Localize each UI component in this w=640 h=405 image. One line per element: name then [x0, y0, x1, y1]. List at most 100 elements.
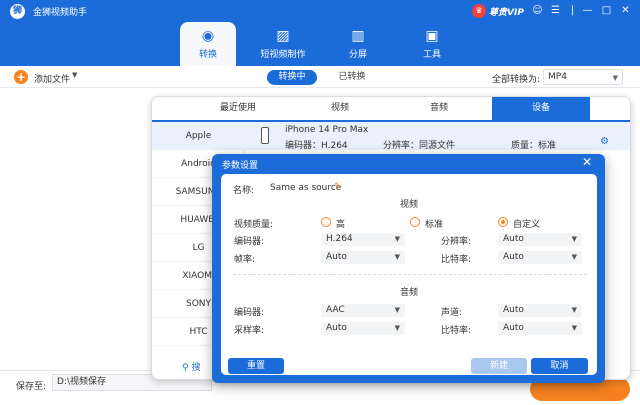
device-resolution: 分辨率：同源文件 — [383, 141, 456, 151]
dialog-title: 参数设置 — [222, 161, 259, 171]
cancel-button[interactable]: 取消 — [531, 358, 588, 374]
crown-icon: ♛ — [472, 4, 486, 18]
video-section-title: 视频 — [399, 200, 418, 210]
tab-split-screen-label: 分屏 — [348, 50, 367, 60]
add-file-button[interactable]: 添加文件 — [34, 72, 70, 85]
lion-logo-icon: 狮 — [10, 4, 25, 19]
section-divider — [233, 274, 587, 275]
chevron-down-icon: ▼ — [571, 235, 577, 243]
tab-audio[interactable]: 音频 — [386, 97, 492, 120]
close-icon[interactable]: ✕ — [582, 155, 592, 169]
chevron-down-icon: ▼ — [394, 324, 400, 332]
chevron-down-icon: ▼ — [571, 253, 577, 261]
device-quality: 质量：标准 — [511, 141, 557, 151]
quality-standard-radio[interactable] — [410, 217, 420, 227]
toolbox-icon: ▣ — [425, 28, 439, 44]
close-icon[interactable]: ✕ — [619, 4, 632, 17]
audio-section-title: 音频 — [399, 288, 418, 298]
title-bar: 狮 金狮视频助手 ♛ 尊贵VIP ☺ ☰ | — □ ✕ — [0, 0, 640, 22]
chevron-down-icon: ▼ — [571, 306, 577, 314]
tab-video[interactable]: 视频 — [294, 97, 386, 120]
quality-standard-label: 标准 — [425, 220, 444, 230]
quality-high-label: 高 — [336, 220, 346, 230]
converting-tab[interactable]: 转换中 — [267, 70, 317, 85]
resolution-label: 分辨率: — [441, 237, 472, 247]
audio-bitrate-value: Auto — [503, 323, 524, 333]
convert-icon: ◉ — [201, 28, 215, 44]
minimize-icon[interactable]: — — [581, 4, 594, 17]
search-label: 搜 — [191, 363, 201, 373]
parameter-dialog: 参数设置 ✕ 名称: Same as source ✎ 视频 视频质量: 高 标… — [212, 154, 605, 383]
status-switch: 转换中 已转换 — [267, 70, 377, 85]
video-encoder-label: 编码器: — [234, 237, 265, 247]
divider-icon: | — [570, 5, 575, 16]
gear-icon[interactable]: ⚙ — [600, 136, 609, 147]
bitrate-label: 比特率: — [441, 255, 472, 265]
device-encoder: 编码器：H.264 — [285, 141, 348, 151]
main-nav: ◉ 转换 ▨ 短视频制作 ▥ 分屏 ▣ 工具 — [0, 22, 640, 66]
format-value: MP4 — [548, 72, 567, 82]
channel-label: 声道: — [441, 308, 463, 318]
user-icon[interactable]: ☺ — [531, 4, 544, 17]
convert-all-label: 全部转换为: — [492, 75, 541, 85]
channel-select[interactable]: Auto ▼ — [498, 304, 582, 317]
chevron-down-icon: ▼ — [394, 253, 400, 261]
tab-short-video-label: 短视频制作 — [260, 50, 306, 60]
tab-convert[interactable]: ◉ 转换 — [180, 22, 236, 66]
brand-apple[interactable]: Apple — [152, 122, 245, 150]
search-icon: ⚲ — [182, 363, 189, 373]
video-encoder-select[interactable]: H.264 ▼ — [321, 233, 405, 246]
audio-encoder-value: AAC — [326, 305, 345, 315]
tab-tools[interactable]: ▣ 工具 — [404, 22, 460, 66]
format-select[interactable]: MP4 ▼ — [543, 69, 623, 85]
phone-icon — [261, 127, 269, 144]
quality-custom-label: 自定义 — [513, 220, 541, 230]
audio-encoder-select[interactable]: AAC ▼ — [321, 304, 405, 317]
tab-short-video[interactable]: ▨ 短视频制作 — [255, 22, 311, 66]
framerate-select[interactable]: Auto ▼ — [321, 251, 405, 264]
chevron-down-icon: ▼ — [571, 324, 577, 332]
chevron-down-icon: ▼ — [612, 74, 618, 82]
reset-button[interactable]: 重置 — [228, 358, 284, 374]
quality-high-radio[interactable] — [321, 217, 331, 227]
tab-device[interactable]: 设备 — [492, 97, 590, 120]
pencil-icon[interactable]: ✎ — [334, 182, 342, 192]
device-name: iPhone 14 Pro Max — [285, 125, 369, 135]
framerate-label: 帧率: — [234, 255, 256, 265]
bitrate-select[interactable]: Auto ▼ — [498, 251, 582, 264]
video-quality-label: 视频质量: — [234, 220, 274, 230]
quality-custom-radio[interactable] — [498, 217, 508, 227]
video-encoder-value: H.264 — [326, 234, 353, 244]
audio-bitrate-select[interactable]: Auto ▼ — [498, 322, 582, 335]
tab-split-screen[interactable]: ▥ 分屏 — [330, 22, 386, 66]
samplerate-value: Auto — [326, 323, 347, 333]
resolution-value: Auto — [503, 234, 524, 244]
samplerate-select[interactable]: Auto ▼ — [321, 322, 405, 335]
audio-encoder-label: 编码器: — [234, 308, 265, 318]
samplerate-label: 采样率: — [234, 326, 265, 336]
new-button[interactable]: 新建 — [471, 358, 527, 374]
channel-value: Auto — [503, 305, 524, 315]
menu-icon[interactable]: ☰ — [549, 4, 562, 17]
dialog-body: 名称: Same as source ✎ 视频 视频质量: 高 标准 自定义 编… — [221, 174, 597, 375]
search-brand[interactable]: ⚲ 搜 — [182, 360, 200, 373]
audio-bitrate-label: 比特率: — [441, 326, 472, 336]
converted-tab[interactable]: 已转换 — [327, 70, 377, 85]
chevron-down-icon: ▼ — [394, 235, 400, 243]
image-icon: ▨ — [276, 28, 290, 44]
maximize-icon[interactable]: □ — [600, 4, 613, 17]
resolution-select[interactable]: Auto ▼ — [498, 233, 582, 246]
plus-icon[interactable]: + — [14, 70, 28, 84]
app-title: 金狮视频助手 — [33, 8, 88, 18]
name-value: Same as source — [270, 183, 342, 193]
vip-label: 尊贵VIP — [489, 8, 524, 18]
toolbar: + 添加文件 ▼ 转换中 已转换 全部转换为: MP4 ▼ — [0, 66, 640, 88]
chevron-down-icon[interactable]: ▼ — [72, 71, 77, 79]
name-label: 名称: — [233, 186, 255, 196]
device-row[interactable]: iPhone 14 Pro Max 编码器：H.264 分辨率：同源文件 质量：… — [245, 122, 630, 151]
tab-tools-label: 工具 — [422, 50, 441, 60]
format-tabs: 最近使用 视频 音频 设备 — [152, 97, 630, 122]
vip-badge[interactable]: ♛ 尊贵VIP — [472, 3, 526, 19]
framerate-value: Auto — [326, 252, 347, 262]
tab-recent[interactable]: 最近使用 — [182, 97, 294, 120]
